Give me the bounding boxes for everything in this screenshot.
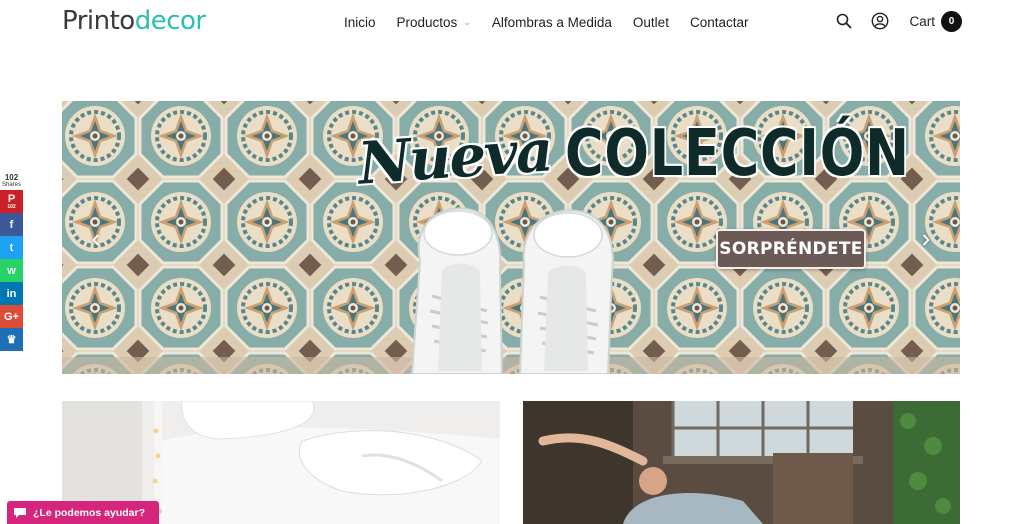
chat-widget-button[interactable]: ¿Le podemos ayudar? xyxy=(7,501,159,524)
slider-next-button[interactable]: › xyxy=(914,223,938,253)
hero-slider: Nueva COLECCIÓN SORPRÉNDETE ‹ › xyxy=(62,101,960,374)
nav-item-contactar[interactable]: Contactar xyxy=(690,15,749,30)
hero-headline: Nueva COLECCIÓN xyxy=(356,116,960,197)
header-icons: Cart 0 xyxy=(833,10,962,32)
share-linkedin-button[interactable]: in xyxy=(0,282,23,305)
search-button[interactable] xyxy=(833,10,855,32)
nav-item-label: Alfombras a Medida xyxy=(491,15,612,30)
nav-item-label: Outlet xyxy=(632,15,669,30)
brand-logo-part1: Printo xyxy=(62,6,135,36)
nav-item-outlet[interactable]: Outlet xyxy=(633,15,669,30)
sumome-icon: ♛ xyxy=(6,334,17,346)
facebook-icon: f xyxy=(9,218,14,231)
cart-label: Cart xyxy=(909,13,935,29)
slider-prev-button[interactable]: ‹ xyxy=(84,223,108,253)
share-twitter-button[interactable]: t xyxy=(0,236,23,259)
main-nav: Inicio Productos ⌄ Alfombras a Medida Out… xyxy=(344,15,769,30)
whatsapp-icon: w xyxy=(7,264,16,277)
googleplus-icon: G+ xyxy=(4,310,19,323)
share-count: 102 xyxy=(4,173,19,182)
chevron-down-icon: ⌄ xyxy=(463,17,471,27)
twitter-icon: t xyxy=(9,241,14,254)
chat-label: ¿Le podemos ayudar? xyxy=(33,506,146,519)
nav-item-alfombras-a-medida[interactable]: Alfombras a Medida xyxy=(492,15,612,30)
nav-item-inicio[interactable]: Inicio xyxy=(344,15,376,30)
account-button[interactable] xyxy=(869,10,891,32)
brand-logo[interactable]: Printodecor xyxy=(62,6,206,36)
hero-cta-button[interactable]: SORPRÉNDETE xyxy=(716,229,866,269)
chevron-left-icon: ‹ xyxy=(91,222,101,253)
brand-logo-part2: decor xyxy=(134,6,206,36)
share-whatsapp-button[interactable]: w xyxy=(0,259,23,282)
hero-bold-text: COLECCIÓN xyxy=(565,117,911,191)
cart-count-badge: 0 xyxy=(941,10,962,32)
nav-item-label: Productos xyxy=(396,15,458,30)
site-header: Printodecor Inicio Productos ⌄ Alfombras … xyxy=(0,0,1024,46)
share-count-label: Shares xyxy=(1,182,21,188)
share-pinterest-button[interactable]: P 102 xyxy=(0,190,23,213)
cart-button[interactable]: Cart 0 xyxy=(909,10,962,32)
share-facebook-button[interactable]: f xyxy=(0,213,23,236)
chat-bubble-icon xyxy=(7,501,33,524)
category-tile-living[interactable] xyxy=(523,401,960,524)
search-icon xyxy=(837,13,852,29)
nav-item-label: Contactar xyxy=(689,15,749,30)
pinterest-share-count: 102 xyxy=(7,204,16,210)
linkedin-icon: in xyxy=(6,287,17,300)
living-room-image xyxy=(523,401,960,524)
chevron-right-icon: › xyxy=(921,222,931,253)
social-share-bar: 102 Shares P 102 f t w in G+ ♛ xyxy=(0,173,23,351)
hero-script-text: Nueva xyxy=(355,116,554,198)
shoes-illustration xyxy=(410,207,614,374)
page: Printodecor Inicio Productos ⌄ Alfombras … xyxy=(0,0,1024,524)
nav-item-label: Inicio xyxy=(344,15,376,30)
nav-item-productos[interactable]: Productos ⌄ xyxy=(397,15,471,30)
user-circle-icon xyxy=(872,12,889,30)
share-sumome-button[interactable]: ♛ xyxy=(0,328,23,351)
share-googleplus-button[interactable]: G+ xyxy=(0,305,23,328)
